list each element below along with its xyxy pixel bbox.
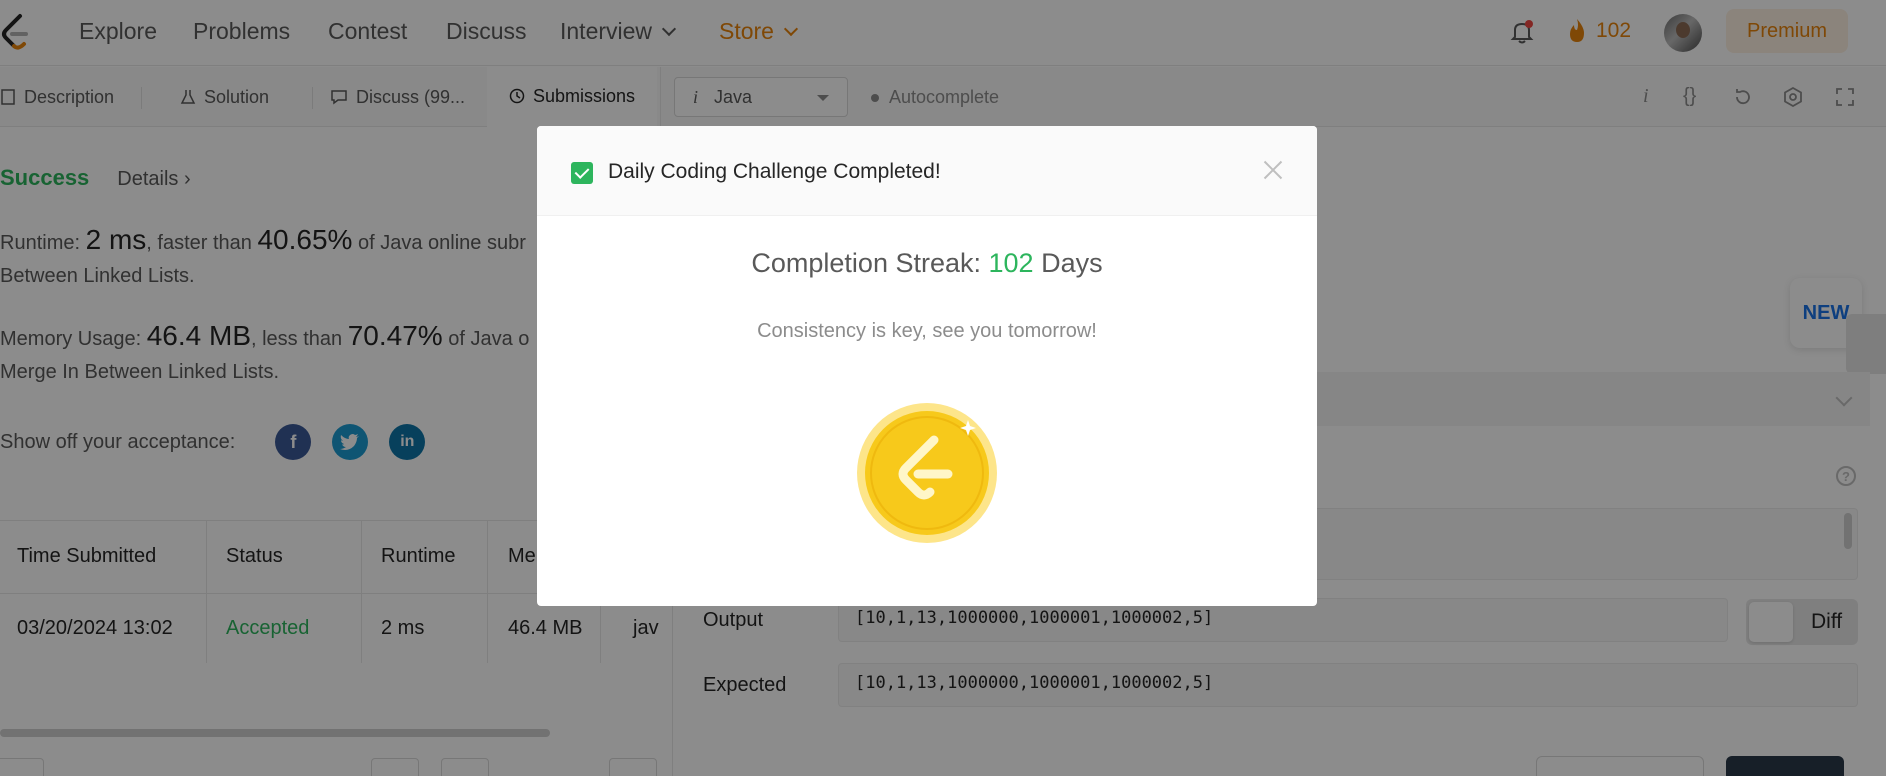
close-icon[interactable] [1261, 158, 1285, 182]
modal-subtext: Consistency is key, see you tomorrow! [757, 320, 1097, 342]
leetcode-coin-icon [857, 403, 997, 543]
check-icon [571, 162, 593, 184]
modal-header: Daily Coding Challenge Completed! [537, 126, 1317, 216]
completion-streak: Completion Streak: 102 Days [751, 248, 1103, 278]
challenge-complete-modal: Daily Coding Challenge Completed! Comple… [537, 126, 1317, 606]
modal-title: Daily Coding Challenge Completed! [608, 160, 941, 183]
